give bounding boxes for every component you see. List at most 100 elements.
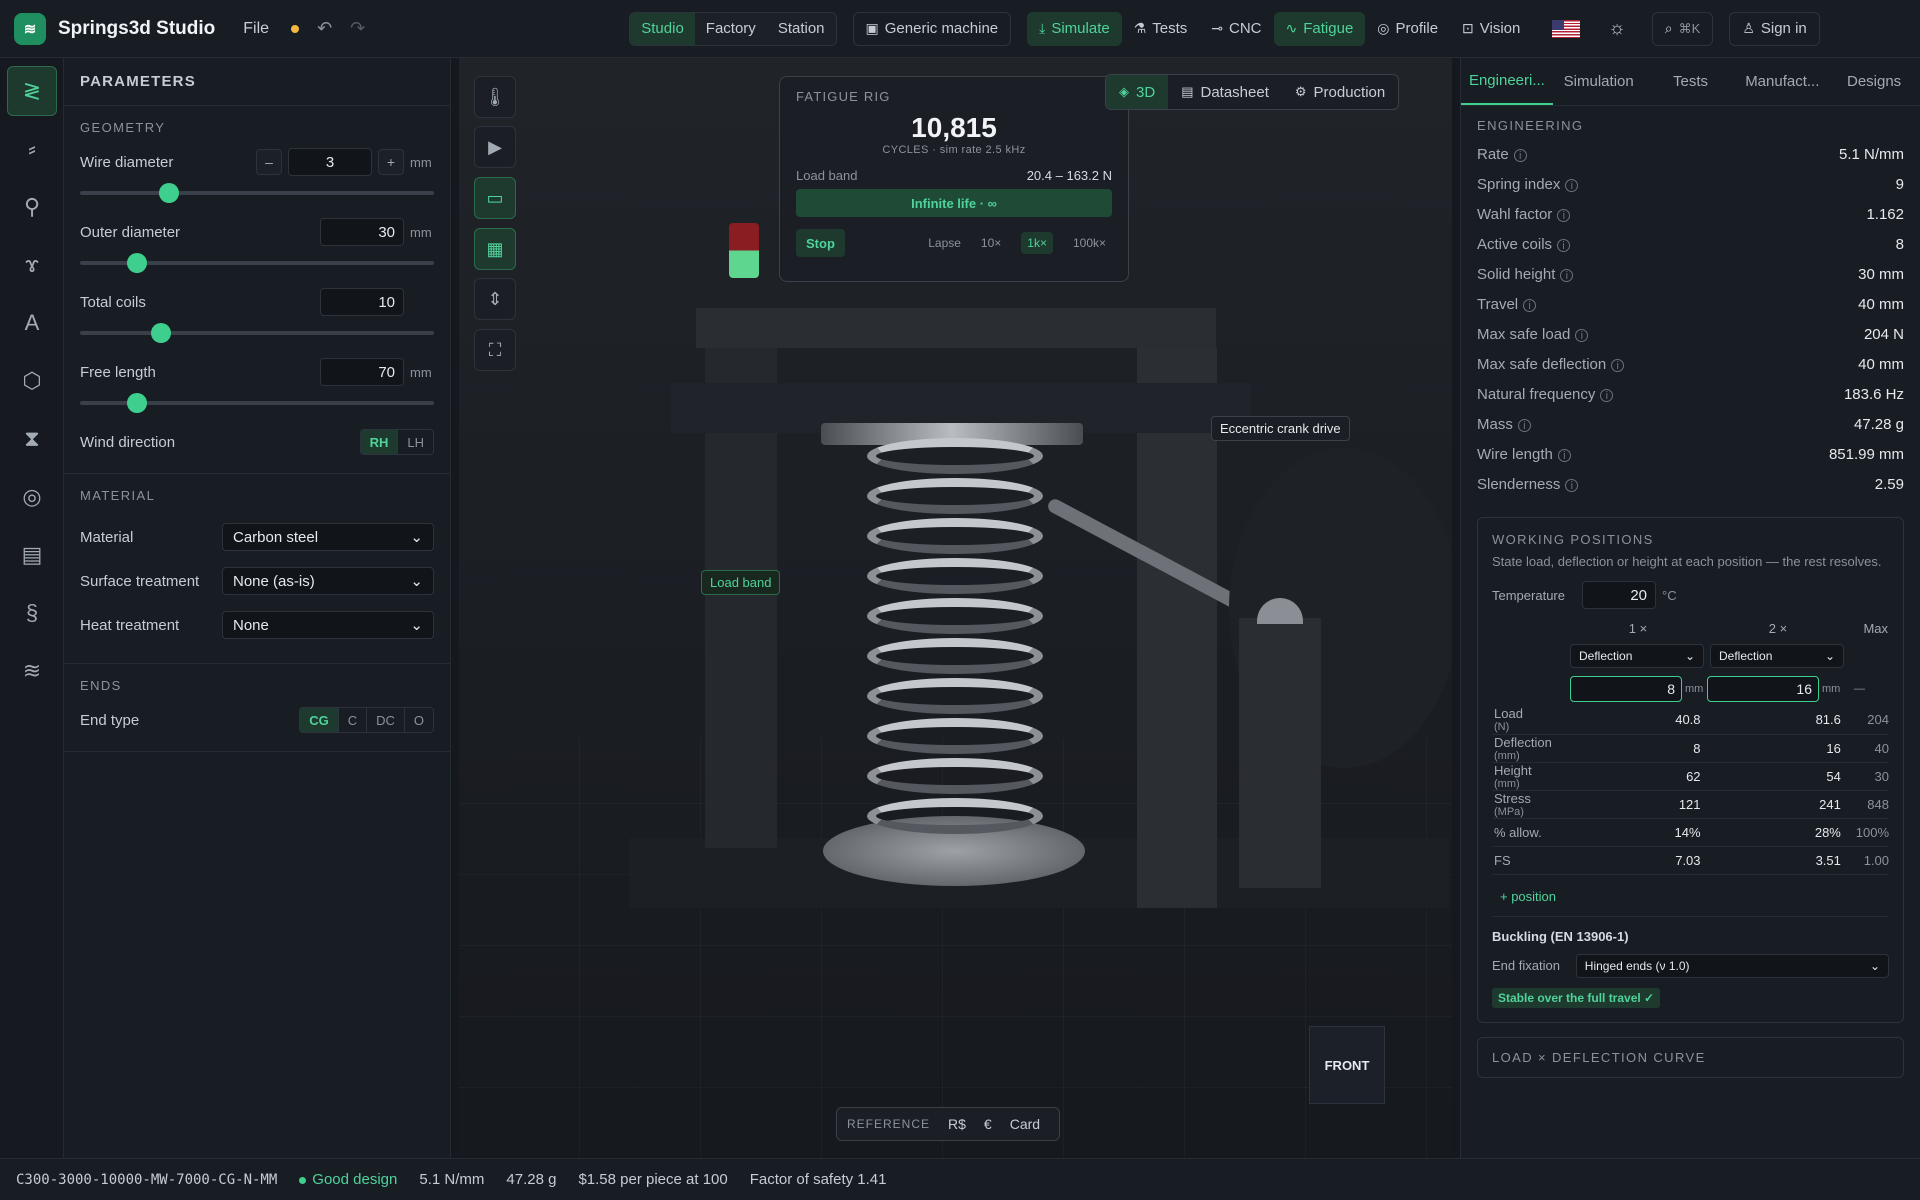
free-length-slider[interactable] bbox=[80, 391, 434, 415]
info-icon[interactable]: i bbox=[1513, 149, 1527, 162]
reference-label: REFERENCE bbox=[847, 1117, 931, 1131]
slider-thumb[interactable] bbox=[158, 183, 179, 203]
extension-spring-icon[interactable]: ⸗ bbox=[7, 124, 57, 174]
stop-button[interactable]: Stop bbox=[796, 229, 845, 257]
hourglass-spring-icon[interactable]: ⧗ bbox=[7, 414, 57, 464]
add-position-button[interactable]: + position bbox=[1500, 889, 1889, 904]
fullscreen-icon[interactable]: ⛶ bbox=[474, 329, 516, 371]
wind-lh-option[interactable]: LH bbox=[398, 430, 433, 454]
load-band-value: 20.4 – 163.2 N bbox=[1026, 168, 1112, 183]
cnc-button[interactable]: ⊸ CNC bbox=[1199, 12, 1273, 46]
spiral-spring-icon[interactable]: ◎ bbox=[7, 472, 57, 522]
profile-button[interactable]: ◎ Profile bbox=[1365, 12, 1450, 46]
tests-button[interactable]: ⚗ Tests bbox=[1122, 12, 1200, 46]
double-torsion-icon[interactable]: ɤ bbox=[7, 240, 57, 290]
tab-production[interactable]: ⚙ Production bbox=[1282, 75, 1398, 109]
tab-3d[interactable]: ◈ 3D bbox=[1106, 75, 1169, 109]
info-icon[interactable]: i bbox=[1565, 479, 1579, 492]
file-menu[interactable]: File bbox=[243, 20, 269, 38]
barrel-spring-icon[interactable]: ⬡ bbox=[7, 356, 57, 406]
engineering-row: Mass i 47.28 g bbox=[1477, 415, 1904, 433]
undo-icon[interactable]: ↶ bbox=[317, 18, 332, 39]
free-length-input[interactable] bbox=[320, 358, 404, 386]
end-fixation-select[interactable]: Hinged ends (ν 1.0) ⌄ bbox=[1575, 953, 1889, 978]
end-c-option[interactable]: C bbox=[339, 708, 368, 732]
machine-button[interactable]: ▣ Generic machine bbox=[852, 11, 1012, 46]
info-icon[interactable]: i bbox=[1565, 179, 1579, 192]
conical-spring-icon[interactable]: A bbox=[7, 298, 57, 348]
search-button[interactable]: ⌕ ⌘K bbox=[1651, 11, 1714, 46]
torsion-spring-icon[interactable]: ⚲ bbox=[7, 182, 57, 232]
wire-diameter-slider[interactable] bbox=[80, 181, 434, 205]
redo-icon[interactable]: ↷ bbox=[350, 18, 365, 39]
end-o-option[interactable]: O bbox=[405, 708, 433, 732]
sign-in-button[interactable]: ♙ Sign in bbox=[1729, 11, 1820, 46]
temperature-input[interactable] bbox=[1582, 581, 1656, 609]
wire-diameter-input[interactable] bbox=[288, 148, 372, 176]
viewport-3d[interactable]: 🌡 ▶ ▭ ▦ ⇕ ⛶ FATIGUE RIG 10,815 CYCLES · … bbox=[459, 58, 1452, 1158]
compression-spring-icon[interactable]: ≷ bbox=[7, 66, 57, 116]
rate-100kx[interactable]: 100k× bbox=[1067, 232, 1112, 254]
surface-treatment-select[interactable]: None (as-is) ⌄ bbox=[222, 567, 434, 595]
reference-eur[interactable]: € bbox=[984, 1116, 992, 1132]
close-icon[interactable]: × bbox=[1780, 621, 1788, 636]
rate-1kx[interactable]: 1k× bbox=[1021, 232, 1053, 254]
close-icon[interactable]: × bbox=[1640, 621, 1648, 636]
position-1-input[interactable] bbox=[1570, 676, 1682, 702]
fatigue-button[interactable]: ∿ Fatigue bbox=[1273, 11, 1366, 46]
tab-simulation[interactable]: Simulation bbox=[1553, 58, 1645, 105]
info-icon[interactable]: i bbox=[1557, 449, 1571, 462]
simulate-button[interactable]: ⤓ Simulate bbox=[1027, 11, 1122, 46]
wind-rh-option[interactable]: RH bbox=[360, 430, 399, 454]
info-icon[interactable]: i bbox=[1557, 209, 1571, 222]
info-icon[interactable]: i bbox=[1575, 329, 1589, 342]
theme-toggle-icon[interactable]: ☼ bbox=[1596, 12, 1637, 46]
wire-form-icon[interactable]: § bbox=[7, 588, 57, 638]
info-icon[interactable]: i bbox=[1600, 389, 1614, 402]
wire-diameter-increment[interactable]: + bbox=[378, 149, 404, 175]
tab-engineering[interactable]: Engineeri... bbox=[1461, 58, 1553, 105]
mode-station[interactable]: Station bbox=[766, 12, 836, 45]
reference-card[interactable]: Card bbox=[1010, 1116, 1040, 1132]
slider-thumb[interactable] bbox=[151, 323, 172, 343]
us-flag-icon[interactable] bbox=[1552, 19, 1581, 38]
tab-designs[interactable]: Designs bbox=[1828, 58, 1920, 105]
total-coils-slider[interactable] bbox=[80, 321, 434, 345]
slider-thumb[interactable] bbox=[126, 393, 147, 413]
surface-treatment-label: Surface treatment bbox=[80, 572, 200, 590]
total-coils-input[interactable] bbox=[320, 288, 404, 316]
slider-thumb[interactable] bbox=[126, 253, 147, 273]
ruler-icon[interactable]: ▭ bbox=[474, 177, 516, 219]
info-icon[interactable]: i bbox=[1560, 269, 1574, 282]
info-icon[interactable]: i bbox=[1611, 359, 1625, 372]
play-icon[interactable]: ▶ bbox=[474, 126, 516, 168]
mode-factory[interactable]: Factory bbox=[694, 12, 767, 45]
end-dc-option[interactable]: DC bbox=[367, 708, 405, 732]
grid-icon[interactable]: ▦ bbox=[474, 228, 516, 270]
outer-diameter-slider[interactable] bbox=[80, 251, 434, 275]
outer-diameter-input[interactable] bbox=[320, 218, 404, 246]
position-2-input[interactable] bbox=[1707, 676, 1819, 702]
end-cg-option[interactable]: CG bbox=[300, 708, 339, 732]
garter-spring-icon[interactable]: ≋ bbox=[7, 646, 57, 696]
vision-button[interactable]: ⊡ Vision bbox=[1450, 12, 1532, 46]
view-cube[interactable]: FRONT bbox=[1309, 1026, 1385, 1104]
heat-treatment-select[interactable]: None ⌄ bbox=[222, 611, 434, 639]
info-icon[interactable]: i bbox=[1517, 419, 1531, 432]
fit-height-icon[interactable]: ⇕ bbox=[474, 278, 516, 320]
material-select[interactable]: Carbon steel ⌄ bbox=[222, 523, 434, 551]
tab-manufacturing[interactable]: Manufact... bbox=[1736, 58, 1828, 105]
rate-10x[interactable]: 10× bbox=[975, 232, 1007, 254]
tab-datasheet[interactable]: ▤ Datasheet bbox=[1168, 75, 1282, 109]
wire-diameter-decrement[interactable]: – bbox=[256, 149, 282, 175]
position-1-mode-select[interactable]: Deflection ⌄ bbox=[1570, 644, 1704, 668]
tab-tests[interactable]: Tests bbox=[1645, 58, 1737, 105]
info-icon[interactable]: i bbox=[1557, 239, 1571, 252]
thermometer-icon[interactable]: 🌡 bbox=[474, 76, 516, 118]
mode-studio[interactable]: Studio bbox=[630, 12, 695, 45]
info-icon[interactable]: i bbox=[1523, 299, 1537, 312]
reference-brl[interactable]: R$ bbox=[948, 1116, 966, 1132]
wave-spring-icon[interactable]: ▤ bbox=[7, 530, 57, 580]
table-row: Deflection (mm) 8 16 40 bbox=[1492, 734, 1889, 763]
position-2-mode-select[interactable]: Deflection ⌄ bbox=[1710, 644, 1844, 668]
